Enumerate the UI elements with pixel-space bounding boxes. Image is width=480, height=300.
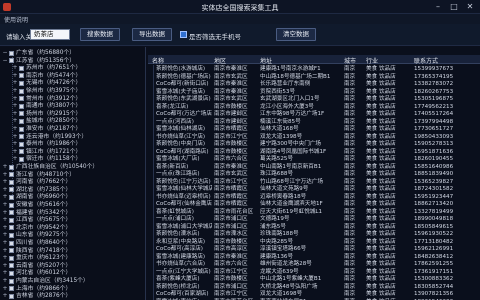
tree-node-checkbox[interactable] (9, 172, 14, 178)
menu-bar: 使用说明 (0, 14, 480, 24)
tree-node-checkbox[interactable] (9, 232, 14, 238)
tree-node-checkbox[interactable] (19, 103, 24, 109)
tree-node-checkbox[interactable] (9, 217, 14, 223)
tree-node-checkbox[interactable] (9, 210, 14, 216)
maximize-button[interactable]: □ (448, 2, 460, 12)
tree-node-checkbox[interactable] (9, 194, 14, 200)
tree-node-checkbox[interactable] (19, 149, 24, 155)
tree-node-checkbox[interactable] (19, 80, 24, 86)
tree-node-checkbox[interactable] (9, 50, 14, 56)
tree-node[interactable]: + 吉林省（约2876个） (0, 292, 145, 300)
tree-node-checkbox[interactable] (9, 164, 14, 170)
menu-item-help[interactable]: 使用说明 (4, 15, 28, 24)
filter-checkbox-label: 是否筛选无手机号 (189, 33, 241, 41)
table-header: 名称 地区 地址 城市 行业 联系方式 (148, 55, 480, 65)
window-title: 实体店全国搜索采集工具 (201, 4, 279, 12)
tree-node-checkbox[interactable] (19, 88, 24, 94)
results-table[interactable]: 名称 地区 地址 城市 行业 联系方式 茶颜悦色(水游城店) 南京市秦淮区 建康路1… (148, 47, 480, 300)
tree-node-checkbox[interactable] (9, 248, 14, 254)
tree-node-checkbox[interactable] (19, 96, 24, 102)
tree-node-checkbox[interactable] (19, 156, 24, 162)
tree-node-label: 吉林省（约2876个） (16, 293, 72, 300)
tree-node-checkbox[interactable] (19, 126, 24, 132)
tree-node-checkbox[interactable] (19, 73, 24, 79)
header-city[interactable]: 城市 (344, 56, 356, 65)
tree-node-checkbox[interactable] (9, 293, 14, 299)
clear-button[interactable]: 清空数据 (276, 28, 316, 41)
tree-node-checkbox[interactable] (9, 58, 14, 64)
filter-checkbox[interactable] (180, 31, 187, 38)
tree-node-checkbox[interactable] (9, 187, 14, 193)
expand-icon[interactable]: + (2, 292, 8, 300)
header-name[interactable]: 名称 (152, 56, 164, 65)
tree-node-checkbox[interactable] (9, 263, 14, 269)
header-industry[interactable]: 行业 (366, 56, 378, 65)
tree-node-checkbox[interactable] (19, 65, 24, 71)
tree-node-checkbox[interactable] (9, 225, 14, 231)
tree-node-checkbox[interactable] (9, 179, 14, 185)
search-button[interactable]: 搜索数据 (80, 28, 120, 41)
region-tree[interactable]: − 广东省（约56880个） − 江苏省（约51356个） + 苏州市（约7651个） + 南… (0, 47, 146, 300)
tree-node-checkbox[interactable] (9, 278, 14, 284)
minimize-button[interactable]: – (432, 2, 444, 12)
app-logo-icon (3, 3, 11, 11)
keyword-input[interactable]: 奶茶店 (30, 29, 70, 40)
tree-node-checkbox[interactable] (9, 255, 14, 261)
tree-node-checkbox[interactable] (9, 286, 14, 292)
tree-node-checkbox[interactable] (9, 240, 14, 246)
tree-node-checkbox[interactable] (19, 134, 24, 140)
header-contact[interactable]: 联系方式 (414, 56, 438, 65)
title-bar: 实体店全国搜索采集工具 – □ ✕ (0, 0, 480, 14)
tree-node-checkbox[interactable] (9, 270, 14, 276)
tree-node-checkbox[interactable] (19, 141, 24, 147)
toolbar: 请输入关键词 奶茶店 搜索数据 导出数据 是否筛选无手机号 清空数据 (0, 24, 480, 46)
tree-node-checkbox[interactable] (19, 118, 24, 124)
header-address[interactable]: 地址 (260, 56, 272, 65)
header-district[interactable]: 地区 (214, 56, 226, 65)
close-button[interactable]: ✕ (464, 2, 476, 12)
tree-node-checkbox[interactable] (9, 202, 14, 208)
export-button[interactable]: 导出数据 (132, 28, 172, 41)
tree-node-checkbox[interactable] (19, 111, 24, 117)
